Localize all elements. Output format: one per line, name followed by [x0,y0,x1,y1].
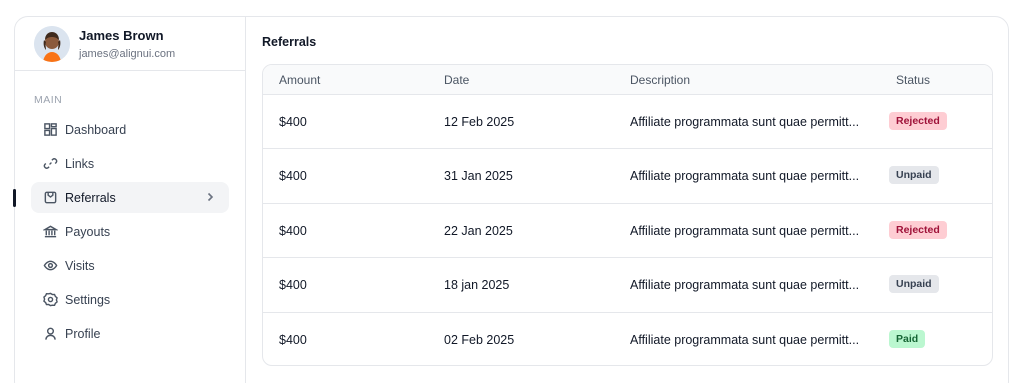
sidebar-item-label: Payouts [65,224,111,239]
cell-amount: $400 [279,115,307,129]
cell-date: 31 Jan 2025 [444,169,513,184]
cell-date: 18 jan 2025 [444,278,510,293]
sidebar-item-label: Profile [65,326,101,341]
table-header: Amount Date Description Status [263,65,992,95]
eye-icon [42,258,58,274]
table-row[interactable]: $400 18 jan 2025 Affiliate programmata s… [263,258,992,313]
cell-description: Affiliate programmata sunt quae permitt.… [630,223,860,238]
page-title: Referrals [262,35,317,49]
user-profile[interactable]: James Brown james@alignui.com [15,17,245,71]
cell-description: Affiliate programmata sunt quae permitt.… [630,169,860,184]
sidebar-item-label: Dashboard [65,122,127,137]
status-badge: Unpaid [889,275,939,294]
link-icon [42,156,58,172]
status-badge: Rejected [889,112,947,130]
sidebar-nav: Dashboard Links Referrals Payouts Visits… [31,114,229,352]
sidebar-item-label: Links [65,156,95,171]
column-header-date[interactable]: Date [444,73,469,87]
cell-amount: $400 [279,223,307,238]
sidebar-item-label: Settings [65,292,111,307]
status-badge: Rejected [889,220,947,239]
avatar [34,26,70,62]
column-header-amount[interactable]: Amount [279,73,320,87]
sidebar-item-visits[interactable]: Visits [31,250,229,281]
table-row[interactable]: $400 12 Feb 2025 Affiliate programmata s… [263,95,992,150]
section-label-main: MAIN [34,94,63,106]
sidebar-item-payouts[interactable]: Payouts [31,216,229,247]
referrals-table: Amount Date Description Status $400 12 F… [262,64,993,366]
settings-icon [42,292,58,308]
table-row[interactable]: $400 02 Feb 2025 Affiliate programmata s… [263,313,992,365]
cell-amount: $400 [279,332,307,347]
chevron-right-icon [203,190,217,204]
cell-description: Affiliate programmata sunt quae permitt.… [630,115,860,129]
bank-icon [42,224,58,240]
sidebar-item-referrals[interactable]: Referrals [31,182,229,213]
cell-date: 02 Feb 2025 [444,332,515,347]
sidebar-item-label: Referrals [65,190,116,205]
cell-amount: $400 [279,278,307,293]
active-indicator [13,189,16,207]
sidebar-item-profile[interactable]: Profile [31,318,229,349]
sidebar-item-links[interactable]: Links [31,148,229,179]
cell-description: Affiliate programmata sunt quae permitt.… [630,278,860,293]
referrals-icon [42,190,58,206]
table-row[interactable]: $400 22 Jan 2025 Affiliate programmata s… [263,204,992,259]
sidebar: James Brown james@alignui.com MAIN Dashb… [15,17,246,383]
status-badge: Paid [889,329,926,348]
user-name: James Brown [79,28,164,43]
sidebar-item-settings[interactable]: Settings [31,284,229,315]
cell-date: 22 Jan 2025 [444,223,513,238]
cell-date: 12 Feb 2025 [444,115,515,129]
column-header-description[interactable]: Description [630,73,690,87]
sidebar-item-dashboard[interactable]: Dashboard [31,114,229,145]
user-icon [42,326,58,342]
cell-amount: $400 [279,169,307,184]
dashboard-icon [42,122,58,138]
sidebar-item-label: Visits [65,258,95,273]
user-email: james@alignui.com [79,48,176,60]
table-row[interactable]: $400 31 Jan 2025 Affiliate programmata s… [263,149,992,204]
status-badge: Unpaid [889,166,939,185]
cell-description: Affiliate programmata sunt quae permitt.… [630,332,860,347]
column-header-status[interactable]: Status [896,73,930,87]
